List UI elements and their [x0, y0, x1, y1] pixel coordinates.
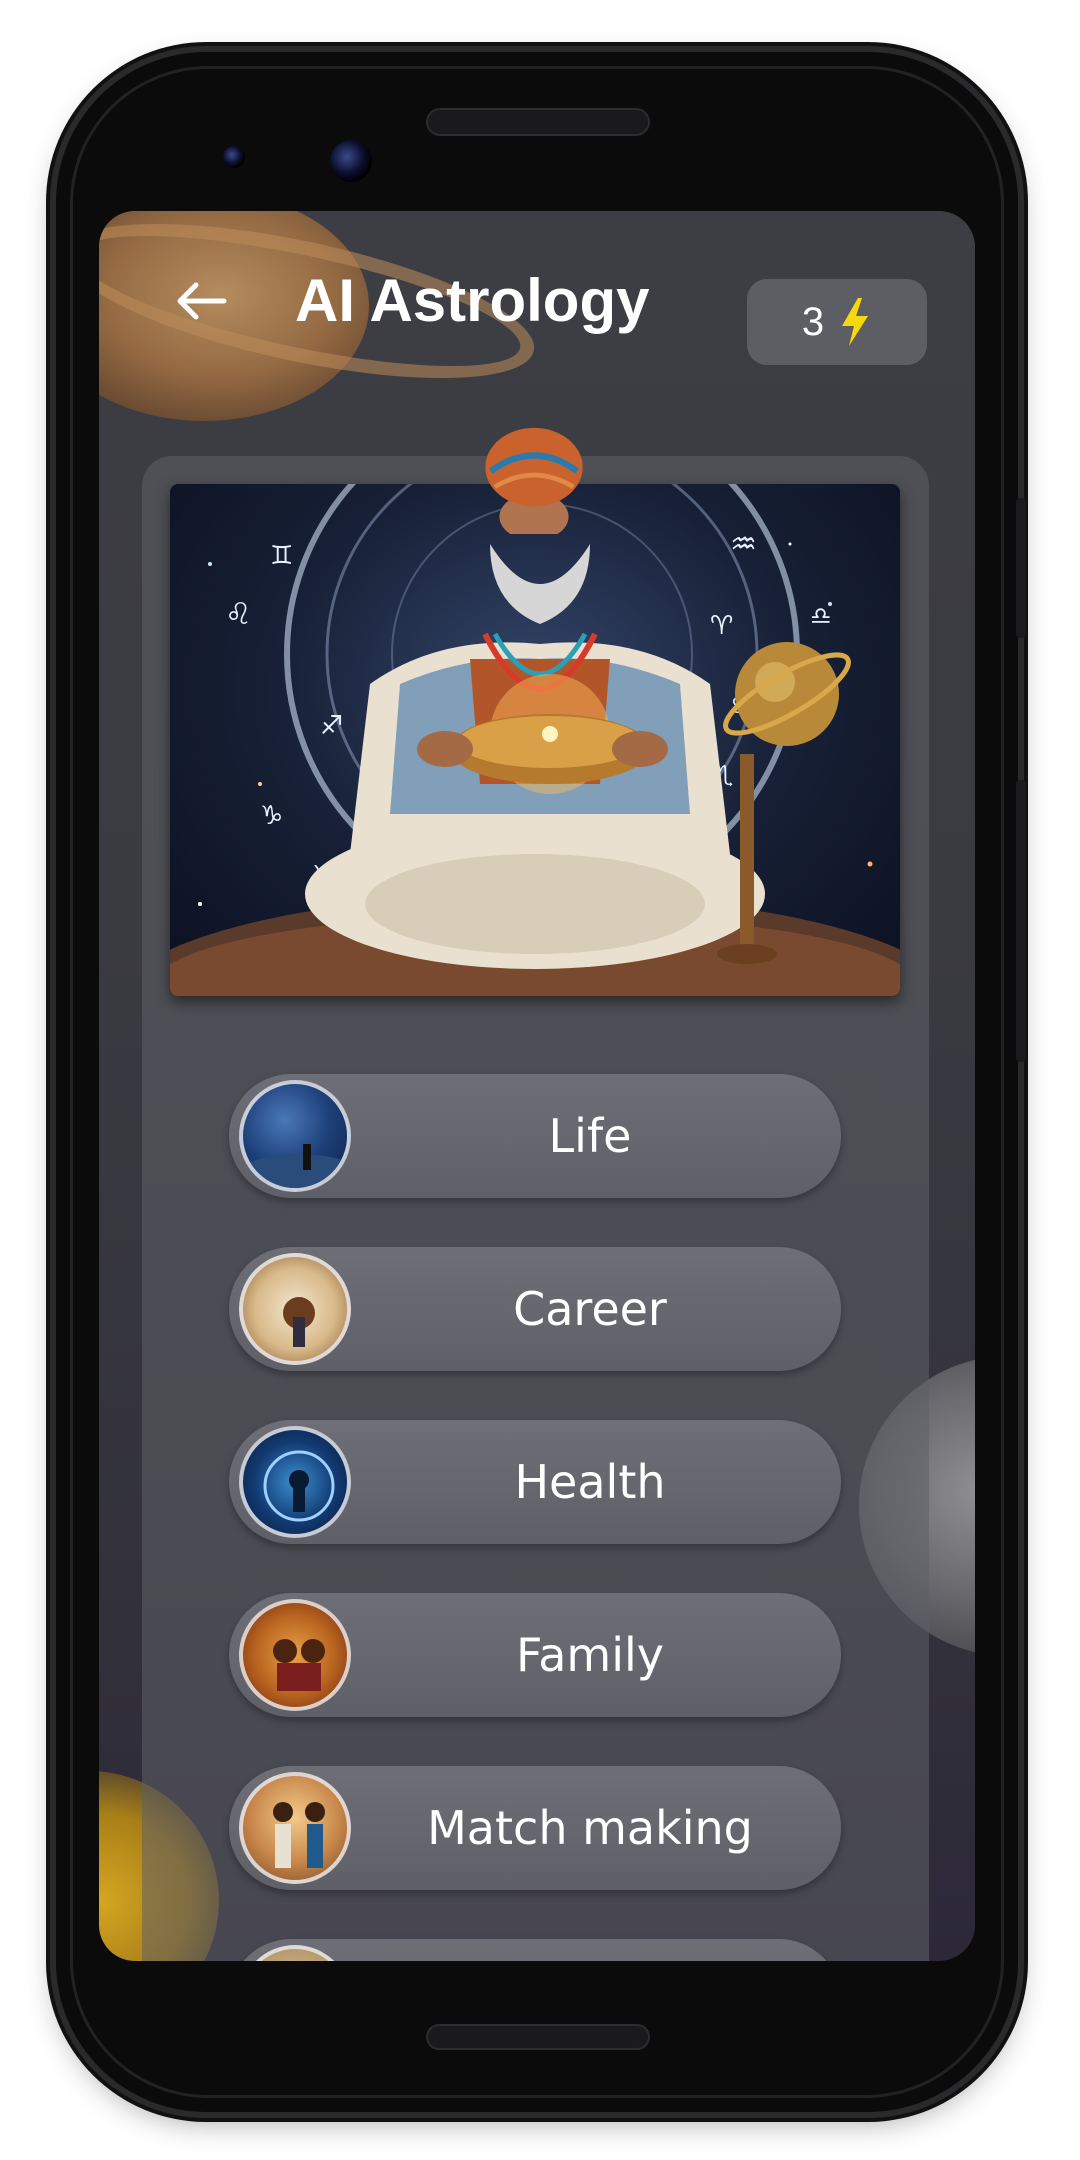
svg-text:♐: ♐ [320, 711, 343, 741]
credits-count: 3 [801, 299, 825, 344]
earpiece-speaker [426, 108, 650, 136]
topic-label [339, 1939, 841, 1961]
app-screen: AI Astrology 3 ♌ ♊ ♐ ♑ ♓ ♒ ♈ ♋ ♏ ♎ [99, 211, 975, 1961]
bottom-speaker [426, 2024, 650, 2050]
hero-illustration: ♌ ♊ ♐ ♑ ♓ ♒ ♈ ♋ ♏ ♎ [170, 484, 900, 996]
svg-text:♈: ♈ [710, 611, 733, 641]
topic-button-match-making[interactable]: Match making [229, 1766, 841, 1890]
astrologer-head [485, 427, 583, 534]
topic-button-partial[interactable] [229, 1939, 841, 1961]
volume-button [1016, 780, 1026, 1062]
match-making-thumbnail [239, 1772, 351, 1884]
arrow-left-icon [177, 282, 227, 320]
svg-text:♌: ♌ [225, 597, 252, 632]
topic-label: Life [548, 1109, 632, 1163]
topic-button-family[interactable]: Family [229, 1593, 841, 1717]
svg-text:♒: ♒ [730, 527, 757, 562]
credits-badge[interactable]: 3 [747, 279, 927, 365]
svg-text:♊: ♊ [270, 541, 293, 571]
health-thumbnail [239, 1426, 351, 1538]
svg-text:♑: ♑ [260, 801, 283, 831]
topic-button-life[interactable]: Life [229, 1074, 841, 1198]
topic-label: Family [515, 1628, 665, 1682]
topic-button-career[interactable]: Career [229, 1247, 841, 1371]
life-thumbnail [239, 1080, 351, 1192]
topic-label: Match making [427, 1801, 753, 1855]
power-button [1016, 498, 1026, 638]
svg-text:♎: ♎ [810, 602, 832, 630]
topic-button-health[interactable]: Health [229, 1420, 841, 1544]
astrologer-image: ♌ ♊ ♐ ♑ ♓ ♒ ♈ ♋ ♏ ♎ [170, 484, 900, 996]
front-camera [330, 140, 372, 182]
lightning-bolt-icon [842, 298, 869, 346]
family-thumbnail [239, 1599, 351, 1711]
front-sensor [223, 146, 245, 168]
page-title: AI Astrology [295, 267, 650, 334]
career-thumbnail [239, 1253, 351, 1365]
back-button[interactable] [171, 271, 231, 331]
topic-label: Health [514, 1455, 666, 1509]
topic-label: Career [513, 1282, 667, 1336]
